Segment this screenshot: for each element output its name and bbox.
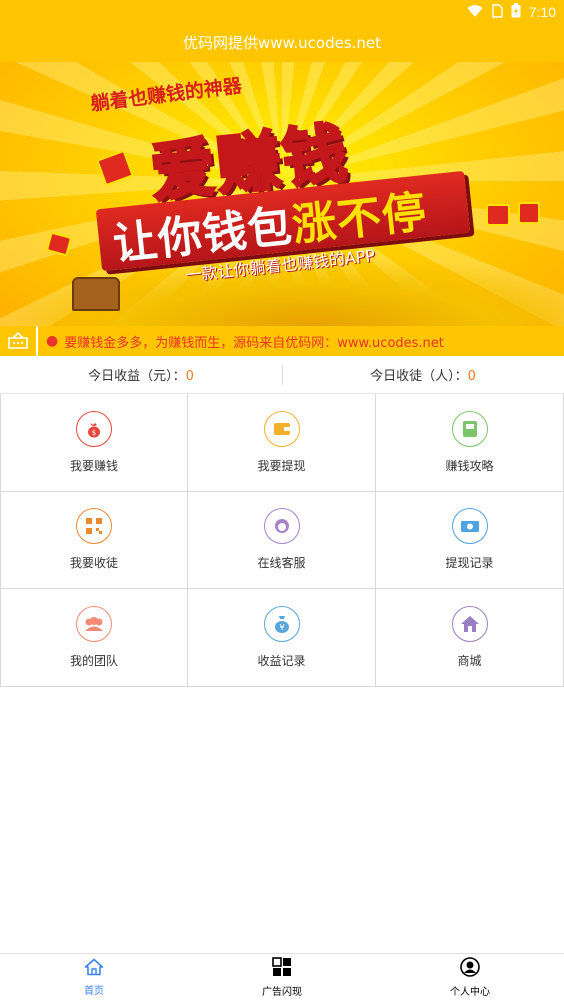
menu-withdraw[interactable]: 我要提现	[188, 394, 376, 492]
tab-label: 首页	[84, 986, 104, 997]
tab-label: 个人中心	[450, 987, 490, 998]
customer-service-icon	[263, 508, 300, 545]
qr-code-icon	[76, 508, 112, 545]
money-bag-icon: $	[76, 410, 112, 447]
home-store-icon	[451, 605, 488, 642]
svg-text:¥: ¥	[279, 623, 284, 632]
cash-record-icon	[451, 508, 488, 545]
home-icon	[84, 958, 104, 980]
menu-label: 收益记录	[257, 653, 306, 668]
svg-text:$: $	[92, 429, 96, 437]
tab-label: 广告闪现	[262, 987, 302, 998]
today-income-label: 今日收益（元）：	[88, 369, 186, 384]
promo-banner[interactable]: 躺着也赚钱的神器 爱赚钱 让你钱包涨不停 一款让你躺着也赚钱的APP	[0, 62, 564, 326]
today-apprentice: 今日收徒（人）：0	[282, 365, 564, 384]
menu-label: 我要赚钱	[69, 458, 118, 473]
treasure-chest-icon	[72, 277, 120, 311]
menu-customer-service[interactable]: 在线客服	[188, 491, 376, 589]
menu-grid: $ 我要赚钱 我要提现 赚钱攻略 我要收徒 在线客服 提现记录 我的团队 ¥ 收…	[0, 394, 564, 687]
bottom-tab-bar: 首页 广告闪现 个人中心	[0, 953, 564, 1001]
user-icon	[460, 957, 480, 981]
menu-earn-guide[interactable]: 赚钱攻略	[376, 394, 564, 492]
menu-earn-money[interactable]: $ 我要赚钱	[0, 394, 188, 492]
menu-label: 赚钱攻略	[445, 458, 494, 473]
notice-dot: ●	[46, 333, 59, 349]
stats-divider	[282, 365, 283, 385]
tab-profile[interactable]: 个人中心	[376, 954, 564, 1001]
notice-bar[interactable]: ● 要赚钱金多多，为赚钱而生，源码来自优码网：www.ucodes.net	[0, 326, 564, 356]
today-income-value: 0	[185, 369, 194, 384]
status-time: 7:10	[528, 4, 556, 20]
menu-my-team[interactable]: 我的团队	[0, 589, 188, 687]
menu-label: 商城	[457, 653, 482, 668]
wifi-icon	[467, 4, 483, 21]
sim-icon	[491, 3, 503, 21]
menu-label: 在线客服	[257, 556, 306, 571]
grid-icon	[272, 957, 292, 981]
tab-ad-flash[interactable]: 广告闪现	[188, 954, 376, 1001]
today-income: 今日收益（元）：0	[0, 365, 282, 384]
announcement-icon	[0, 326, 38, 356]
menu-label: 我要提现	[257, 458, 306, 473]
tab-home[interactable]: 首页	[0, 954, 188, 1001]
today-apprentice-label: 今日收徒（人）：	[370, 369, 468, 384]
menu-label: 提现记录	[445, 556, 494, 571]
income-record-icon: ¥	[263, 605, 300, 642]
guide-book-icon	[451, 410, 488, 447]
menu-recruit[interactable]: 我要收徒	[0, 491, 188, 589]
menu-income-record[interactable]: ¥ 收益记录	[188, 589, 376, 687]
menu-mall[interactable]: 商城	[376, 589, 564, 687]
gift-icon	[486, 204, 510, 226]
status-bar: 7:10	[0, 0, 564, 24]
notice-text: 要赚钱金多多，为赚钱而生，源码来自优码网：www.ucodes.net	[64, 335, 444, 351]
team-icon	[76, 605, 112, 642]
menu-withdraw-record[interactable]: 提现记录	[376, 491, 564, 589]
battery-icon	[511, 3, 521, 21]
today-apprentice-value: 0	[467, 369, 476, 384]
gift-icon	[518, 202, 540, 224]
page-title: 优码网提供www.ucodes.net	[0, 24, 564, 62]
wallet-icon	[263, 410, 300, 447]
stats-bar: 今日收益（元）：0 今日收徒（人）：0	[0, 356, 564, 394]
menu-label: 我的团队	[69, 653, 118, 668]
menu-label: 我要收徒	[69, 556, 118, 571]
